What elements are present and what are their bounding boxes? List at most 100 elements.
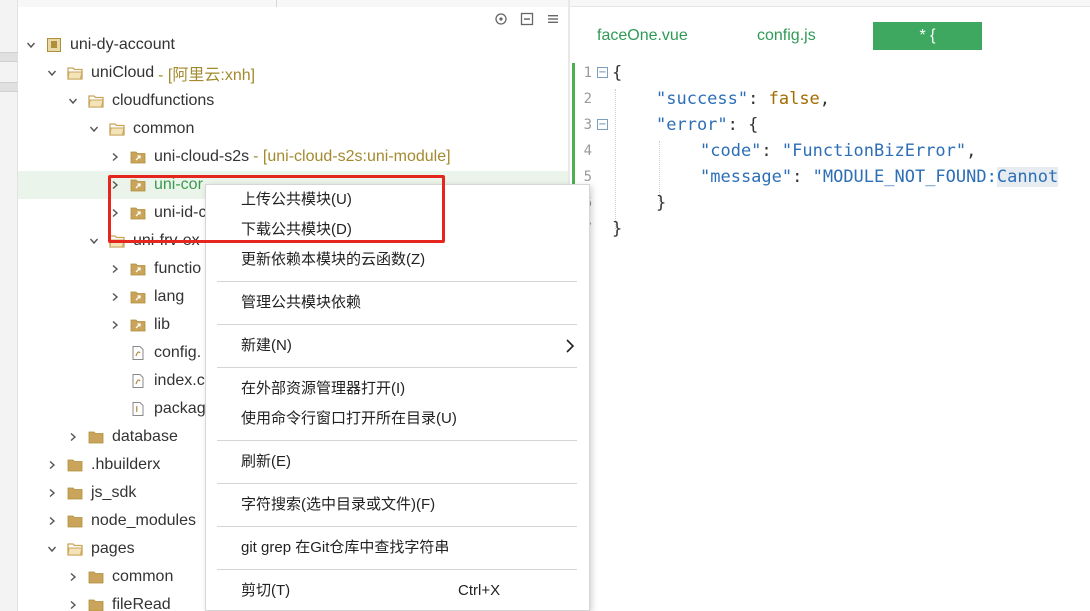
chevron-right-icon[interactable] (68, 600, 78, 610)
folder-icon (67, 486, 83, 500)
code-line[interactable]: 2 "success": false, (570, 86, 1090, 112)
tree-row-label: lang (154, 288, 185, 305)
code-line[interactable]: 5 "message": "MODULE_NOT_FOUND:Cannot (570, 164, 1090, 190)
tree-row[interactable]: common (18, 115, 568, 143)
tree-row-label: uni-id-c (154, 204, 207, 221)
code-line[interactable]: 7} (570, 216, 1090, 242)
code-line[interactable]: 1−{ (570, 60, 1090, 86)
js-file-icon (130, 374, 146, 388)
json-file-icon (130, 402, 146, 416)
left-activity-strip (0, 0, 18, 611)
code-line[interactable]: 4 "code": "FunctionBizError", (570, 138, 1090, 164)
tree-row[interactable]: uni-dy-account (18, 31, 568, 59)
tree-row-label: uni-cor (154, 176, 203, 193)
menu-separator (217, 367, 577, 368)
tree-row-label: js_sdk (91, 484, 137, 501)
module-folder-icon (130, 206, 146, 220)
menu-item-upload-module[interactable]: 上传公共模块(U) (241, 187, 352, 213)
chevron-right-icon[interactable] (110, 152, 120, 162)
crosshair-icon[interactable] (494, 12, 508, 26)
tab-faceone-vue[interactable]: faceOne.vue (597, 22, 717, 50)
menu-separator (217, 569, 577, 570)
tree-row-label: uniCloud (91, 64, 155, 81)
chevron-right-icon[interactable] (110, 208, 120, 218)
code-text: "success": false, (656, 86, 830, 112)
code-line[interactable]: 3− "error": { (570, 112, 1090, 138)
chevron-down-icon[interactable] (89, 236, 99, 246)
code-token: "success" (656, 89, 749, 109)
menu-item-cut[interactable]: 剪切(T) (241, 578, 290, 604)
chevron-right-icon[interactable] (47, 516, 57, 526)
menu-item-manage-dependencies[interactable]: 管理公共模块依赖 (241, 290, 361, 316)
chevron-right-icon[interactable] (110, 320, 120, 330)
code-text: "error": { (656, 112, 758, 138)
tab-untitled-active[interactable]: * { (873, 22, 982, 50)
menu-item-text-search[interactable]: 字符搜索(选中目录或文件)(F) (241, 492, 435, 518)
folder-open-icon (109, 122, 125, 136)
menu-shortcut-cut: Ctrl+X (458, 582, 501, 599)
tree-row[interactable]: cloudfunctions (18, 87, 568, 115)
chevron-right-icon[interactable] (47, 460, 57, 470)
tree-row[interactable]: uni-cloud-s2s - [uni-cloud-s2s:uni-module… (18, 143, 568, 171)
code-token: , (966, 141, 977, 161)
menu-icon[interactable] (546, 12, 560, 26)
line-number: 1 (583, 65, 592, 81)
top-bar-divider (276, 0, 277, 7)
chevron-down-icon[interactable] (89, 124, 99, 134)
tree-row-note: - [阿里云:xnh] (158, 67, 256, 84)
menu-item-new[interactable]: 新建(N) (241, 333, 292, 359)
chevron-down-icon[interactable] (47, 544, 57, 554)
chevron-down-icon[interactable] (26, 40, 36, 50)
folder-icon (67, 458, 83, 472)
code-token: "FunctionBizError" (781, 141, 967, 161)
code-token: : (761, 141, 782, 161)
code-editor: faceOne.vue config.js * { 1−{2 "success":… (570, 8, 1090, 611)
chevron-down-icon[interactable] (68, 96, 78, 106)
folder-open-icon (88, 94, 104, 108)
chevron-right-icon[interactable] (68, 572, 78, 582)
code-token: "code" (700, 141, 762, 161)
tree-row-label: config. (154, 344, 202, 361)
folder-open-icon (109, 234, 125, 248)
tree-row-label: lib (154, 316, 171, 333)
menu-item-git-grep[interactable]: git grep 在Git仓库中查找字符串 (241, 535, 449, 561)
code-token: "MODULE_NOT_FOUND: (812, 167, 997, 187)
tab-config-js[interactable]: config.js (757, 22, 857, 50)
chevron-down-icon[interactable] (47, 68, 57, 78)
code-token: false (768, 89, 820, 109)
chevron-right-icon[interactable] (68, 432, 78, 442)
tree-row-label: .hbuilderx (91, 456, 161, 473)
module-folder-icon (130, 150, 146, 164)
menu-item-update-dependents[interactable]: 更新依赖本模块的云函数(Z) (241, 247, 425, 273)
code-text: { (612, 60, 622, 86)
context-menu: 上传公共模块(U) 下载公共模块(D) 更新依赖本模块的云函数(Z) 管理公共模… (205, 184, 590, 611)
chevron-right-icon[interactable] (110, 264, 120, 274)
tree-row-label: cloudfunctions (112, 92, 215, 109)
editor-top-bar (570, 0, 1090, 7)
menu-separator (217, 526, 577, 527)
folder-icon (67, 514, 83, 528)
menu-item-download-module[interactable]: 下载公共模块(D) (241, 217, 352, 243)
fold-toggle-icon[interactable]: − (597, 119, 608, 130)
fold-toggle-icon[interactable]: − (597, 67, 608, 78)
menu-item-open-in-explorer[interactable]: 在外部资源管理器打开(I) (241, 376, 405, 402)
tree-row-label: index.c (154, 372, 205, 389)
collapse-icon[interactable] (520, 12, 534, 26)
menu-item-open-terminal[interactable]: 使用命令行窗口打开所在目录(U) (241, 406, 457, 432)
code-line[interactable]: 6} (570, 190, 1090, 216)
code-text: "message": "MODULE_NOT_FOUND:Cannot (700, 164, 1059, 190)
folder-icon (88, 598, 104, 611)
menu-item-refresh[interactable]: 刷新(E) (241, 449, 291, 475)
tree-row-label: common (112, 568, 174, 585)
chevron-right-icon[interactable] (110, 180, 120, 190)
tree-row-note: - [uni-cloud-s2s:uni-module] (253, 148, 451, 165)
module-folder-icon (130, 318, 146, 332)
menu-separator (217, 483, 577, 484)
tree-row[interactable]: uniCloud - [阿里云:xnh] (18, 59, 568, 87)
chevron-right-icon[interactable] (110, 292, 120, 302)
code-token: : { (727, 115, 759, 135)
chevron-right-icon[interactable] (47, 488, 57, 498)
tree-row-label: functio (154, 260, 202, 277)
menu-separator (217, 281, 577, 282)
